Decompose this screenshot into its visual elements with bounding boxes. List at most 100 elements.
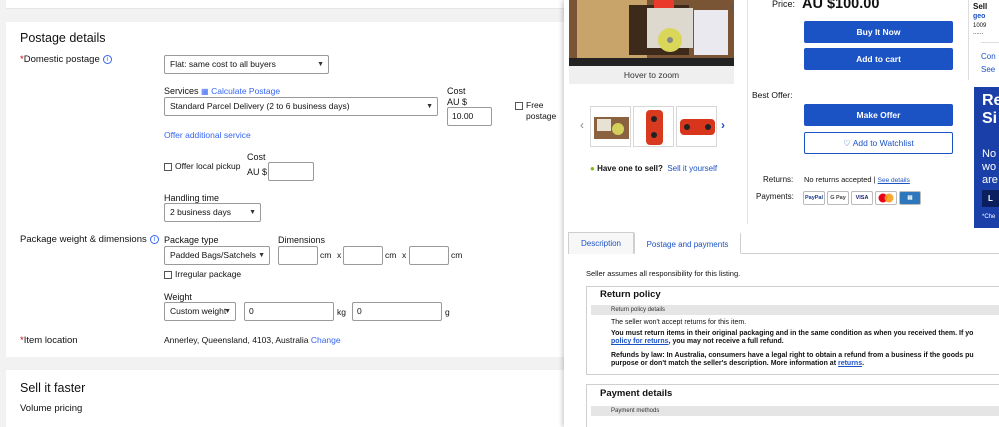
ad-text-3: are	[982, 174, 998, 186]
free-postage-option[interactable]: Free postage	[515, 100, 562, 122]
returns-value: No returns accepted | See details	[804, 175, 910, 184]
payment-methods-bar: Payment methods	[591, 406, 999, 416]
best-offer-label: Best Offer:	[752, 90, 793, 100]
see-other-items-link[interactable]: See	[981, 65, 995, 74]
change-location-link[interactable]: Change	[311, 335, 341, 345]
offer-additional-service-link[interactable]: Offer additional service	[164, 130, 251, 140]
pickup-cost-label: Cost	[247, 152, 266, 162]
ad-cta-button[interactable]: L	[982, 190, 999, 207]
contact-seller-link[interactable]: Con	[981, 52, 996, 61]
returns-label: Returns:	[763, 175, 794, 184]
payment-details-box: Payment details Payment methods	[586, 384, 999, 427]
dimension-length-input[interactable]	[278, 246, 318, 265]
package-type-select[interactable]: Padded Bags/Satchels ▼	[164, 246, 270, 265]
g-unit: g	[445, 307, 450, 317]
service-select[interactable]: Standard Parcel Delivery (2 to 6 busines…	[164, 97, 438, 116]
caret-down-icon: ▼	[317, 61, 324, 68]
buy-it-now-button[interactable]: Buy It Now	[804, 21, 953, 43]
caret-down-icon: ▼	[258, 252, 265, 259]
dim-x-1: x	[337, 250, 342, 260]
product-photo-image	[569, 0, 734, 71]
policy-returns-line: policy for returns, you may not receive …	[611, 338, 784, 345]
info-icon[interactable]: i	[149, 234, 159, 244]
dim-x-2: x	[402, 250, 407, 260]
refunds-by-law-text: Refunds by law: In Australia, consumers …	[611, 352, 974, 359]
irregular-package-option[interactable]: Irregular package	[164, 269, 241, 279]
make-offer-button[interactable]: Make Offer	[804, 104, 953, 126]
dimensions-label: Dimensions	[278, 235, 326, 245]
mastercard-icon	[878, 193, 894, 203]
domestic-postage-select[interactable]: Flat: same cost to all buyers ▼	[164, 55, 329, 74]
refunds-by-law-text-2: purpose or don't match the seller's desc…	[611, 360, 865, 367]
weight-label: Weight	[164, 292, 192, 302]
package-weight-dimensions-label: Package weight & dimensions i	[20, 234, 159, 245]
returns-info-link[interactable]: returns	[838, 360, 862, 367]
payment-details-title: Payment details	[600, 388, 673, 399]
weight-kg-input[interactable]: 0	[244, 302, 334, 321]
advertisement-banner[interactable]: Re Si No wo are L *Che	[974, 87, 999, 228]
section-divider	[6, 357, 564, 370]
hover-to-zoom-label: Hover to zoom	[569, 66, 734, 84]
dimension-width-input[interactable]	[343, 246, 383, 265]
main-product-photo[interactable]	[569, 0, 734, 71]
dim-unit-3: cm	[451, 250, 463, 260]
add-to-watchlist-button[interactable]: ♡ Add to Watchlist	[804, 132, 953, 154]
cost-label: Cost	[447, 86, 466, 96]
payments-label: Payments:	[756, 192, 794, 201]
add-to-cart-button[interactable]: Add to cart	[804, 48, 953, 70]
must-return-text: You must return items in their original …	[611, 330, 974, 337]
paypal-badge: PayPal	[803, 191, 825, 205]
return-policy-details-bar: Return policy details	[591, 305, 999, 315]
volume-pricing-label: Volume pricing	[20, 403, 83, 414]
google-pay-badge: G Pay	[827, 191, 849, 205]
weight-g-input[interactable]: 0	[352, 302, 442, 321]
visa-badge: VISA	[851, 191, 873, 205]
item-location-value: Annerley, Queensland, 4103, Australia Ch…	[164, 335, 341, 345]
irregular-package-checkbox[interactable]	[164, 270, 172, 279]
info-icon[interactable]: i	[102, 54, 112, 64]
thumbs-next-arrow-icon[interactable]: ›	[721, 118, 725, 132]
return-policy-title: Return policy	[600, 289, 661, 300]
pickup-cost-input[interactable]	[268, 162, 314, 181]
price-value: AU $100.00	[802, 0, 880, 12]
ad-footnote: *Che	[982, 214, 996, 220]
handling-time-select[interactable]: 2 business days ▼	[164, 203, 261, 222]
section-divider	[6, 9, 564, 22]
dim-unit-1: cm	[320, 250, 332, 260]
postage-cost-input[interactable]: 10.00	[447, 107, 492, 126]
package-type-label: Package type	[164, 235, 219, 245]
price-tag-icon: ●	[590, 164, 595, 173]
caret-down-icon: ▼	[426, 103, 433, 110]
handling-time-label: Handling time	[164, 193, 220, 203]
mastercard-badge	[875, 191, 897, 205]
domestic-postage-label: *Domestic postage i	[20, 54, 112, 65]
thumbnail-2[interactable]	[633, 106, 674, 147]
ad-text-2: wo	[982, 161, 997, 173]
tab-postage-and-payments[interactable]: Postage and payments	[634, 232, 741, 254]
local-pickup-checkbox[interactable]	[164, 162, 172, 171]
no-returns-text: The seller won't accept returns for this…	[611, 319, 747, 326]
weight-type-select[interactable]: Custom weight ▼	[164, 302, 236, 321]
postage-details-title: Postage details	[20, 31, 106, 45]
thumbnail-3[interactable]	[676, 106, 717, 147]
thumbs-prev-arrow-icon[interactable]: ‹	[580, 118, 584, 132]
tab-description[interactable]: Description	[568, 232, 634, 254]
dimension-height-input[interactable]	[409, 246, 449, 265]
offer-local-pickup-option[interactable]: Offer local pickup	[164, 161, 241, 171]
thumbnail-1[interactable]	[590, 106, 631, 147]
caret-down-icon: ▼	[224, 308, 231, 315]
have-one-to-sell: ● Have one to sell? Sell it yourself	[590, 164, 718, 173]
sell-it-yourself-link[interactable]: Sell it yourself	[667, 164, 717, 173]
seller-card-title: Sell	[973, 2, 988, 11]
calculate-postage-link[interactable]: Calculate Postage	[211, 86, 280, 96]
previous-section-bottom	[6, 0, 564, 9]
seller-responsibility-text: Seller assumes all responsibility for th…	[586, 269, 741, 278]
seller-feedback-count: 1009	[973, 23, 987, 29]
see-details-link[interactable]: See details	[878, 177, 910, 184]
price-label: Price:	[772, 0, 796, 9]
free-postage-checkbox[interactable]	[515, 101, 523, 110]
policy-for-returns-link[interactable]: policy for returns	[611, 338, 669, 345]
seller-name[interactable]: geo	[973, 13, 985, 20]
amex-badge: ▤	[899, 191, 921, 205]
next-photo-arrow-icon[interactable]: ›	[730, 2, 738, 18]
